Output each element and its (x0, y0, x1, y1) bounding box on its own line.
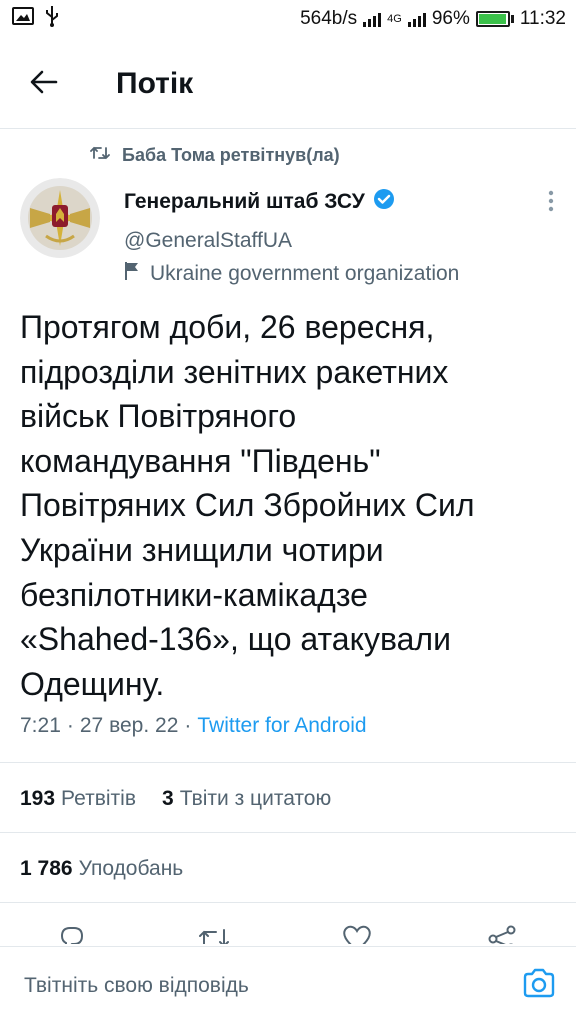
quotes-count[interactable]: 3 (162, 787, 174, 811)
more-options-button[interactable] (548, 190, 554, 217)
meta-separator: · (184, 714, 192, 737)
tweet-actions (0, 922, 576, 944)
stats-divider (0, 832, 576, 833)
retweets-count[interactable]: 193 (20, 787, 55, 811)
camera-icon (522, 968, 556, 1003)
retweet-icon[interactable] (196, 922, 232, 944)
network-type: 4G (387, 13, 402, 25)
quotes-label[interactable]: Твіти з цитатою (180, 787, 332, 811)
usb-icon (44, 5, 60, 33)
camera-button[interactable] (522, 967, 556, 1004)
top-app-bar: Потік (0, 38, 576, 130)
status-bar-left (12, 5, 60, 33)
meta-separator: · (66, 714, 74, 737)
likes-count[interactable]: 1 786 (20, 857, 73, 881)
author-handle[interactable]: @GeneralStaffUA (124, 229, 292, 253)
flag-icon (124, 261, 140, 287)
share-icon[interactable] (484, 922, 518, 944)
battery-icon (475, 11, 514, 27)
tweet-meta: 7:21 · 27 вер. 22 · Twitter for Android (20, 714, 367, 738)
author-name: Генеральний штаб ЗСУ (124, 189, 365, 213)
signal-icon (363, 11, 382, 27)
government-label[interactable]: Ukraine government organization (124, 261, 459, 287)
arrow-left-icon (30, 70, 58, 99)
battery-percent: 96% (431, 8, 470, 29)
image-icon (12, 6, 34, 32)
status-bar-right: 564b/s 4G 96% 11:32 (300, 8, 566, 30)
retweet-context[interactable]: Баба Тома ретвітнув(ла) (90, 145, 340, 166)
net-speed: 564b/s (300, 8, 358, 29)
meta-divider (0, 762, 576, 763)
clock: 11:32 (519, 8, 566, 29)
author-row[interactable]: Генеральний штаб ЗСУ (124, 188, 395, 215)
tweet-source-link[interactable]: Twitter for Android (197, 714, 366, 738)
like-stats: 1 786 Уподобань (20, 857, 183, 881)
like-icon[interactable] (340, 922, 374, 944)
avatar[interactable] (20, 178, 100, 258)
retweet-icon (90, 145, 110, 166)
reply-icon[interactable] (56, 922, 88, 944)
retweets-label[interactable]: Ретвітів (61, 787, 136, 811)
tweet-time: 7:21 (20, 714, 61, 737)
likes-divider (0, 902, 576, 903)
reply-input[interactable]: Твітніть свою відповідь (24, 974, 249, 998)
tweet-date: 27 вер. 22 (79, 714, 179, 737)
signal-icon (407, 11, 426, 27)
government-label-text: Ukraine government organization (150, 262, 460, 285)
retweeted-by-label: Баба Тома ретвітнув(ла) (122, 145, 340, 165)
general-staff-emblem-icon (20, 178, 100, 258)
reply-composer[interactable]: Твітніть свою відповідь (0, 946, 576, 1024)
more-vertical-icon (548, 190, 554, 216)
verified-badge-icon (373, 188, 395, 215)
page-title: Потік (116, 67, 194, 100)
back-button[interactable] (14, 54, 74, 114)
retweet-stats: 193 Ретвітів 3 Твіти з цитатою (20, 787, 331, 811)
tweet-text: Протягом доби, 26 вересня, підрозділи зе… (20, 309, 475, 702)
likes-label[interactable]: Уподобань (79, 857, 184, 881)
status-bar: 564b/s 4G 96% 11:32 (0, 0, 576, 38)
header-divider (0, 128, 576, 129)
